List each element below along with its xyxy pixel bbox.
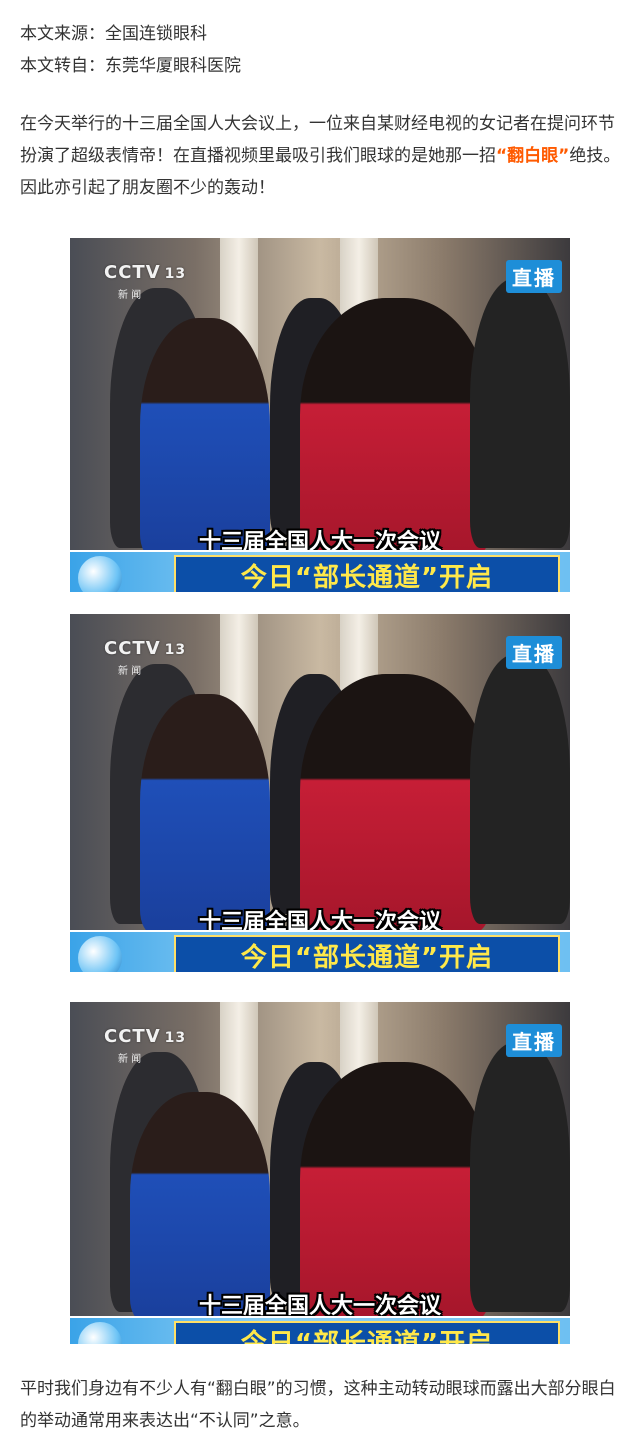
intro-paragraph: 在今天举行的十三届全国人大会议上，一位来自某财经电视的女记者在提问环节扮演了超级…	[20, 108, 624, 204]
news-banner: 今日“部长通道”开启	[70, 550, 570, 592]
globe-icon	[78, 556, 122, 592]
globe-icon	[78, 936, 122, 972]
source-repost: 本文转自：东莞华厦眼科医院	[20, 56, 241, 76]
article-source: 本文来源：全国连锁眼科 本文转自：东莞华厦眼科医院	[20, 18, 241, 82]
channel-subtitle: 新 闻	[118, 1054, 142, 1065]
channel-subtitle: 新 闻	[118, 290, 142, 301]
cctv-logo: CCTV 13	[104, 638, 187, 659]
banner-text: 今日“部长通道”开启	[240, 942, 494, 973]
news-screenshot-3: CCTV 13 新 闻 直播 十三届全国人大一次会议 今日“部长通道”开启	[70, 1002, 570, 1344]
highlight-phrase: “翻白眼”	[496, 146, 570, 166]
cctv-logo: CCTV 13	[104, 262, 187, 283]
live-badge: 直播	[506, 636, 562, 669]
cctv-logo: CCTV 13	[104, 1026, 187, 1047]
news-screenshot-1: CCTV 13 新 闻 直播 十三届全国人大一次会议 今日“部长通道”开启	[70, 238, 570, 592]
news-banner: 今日“部长通道”开启	[70, 1316, 570, 1344]
live-badge: 直播	[506, 260, 562, 293]
closing-paragraph: 平时我们身边有不少人有“翻白眼”的习惯，这种主动转动眼球而露出大部分眼白的举动通…	[20, 1379, 616, 1431]
globe-icon	[78, 1322, 122, 1344]
news-screenshot-2: CCTV 13 新 闻 直播 十三届全国人大一次会议 今日“部长通道”开启	[70, 614, 570, 972]
source-origin: 本文来源：全国连锁眼科	[20, 24, 207, 44]
live-badge: 直播	[506, 1024, 562, 1057]
banner-text: 今日“部长通道”开启	[240, 1328, 494, 1345]
banner-text: 今日“部长通道”开启	[240, 562, 494, 593]
news-banner: 今日“部长通道”开启	[70, 930, 570, 972]
channel-subtitle: 新 闻	[118, 666, 142, 677]
